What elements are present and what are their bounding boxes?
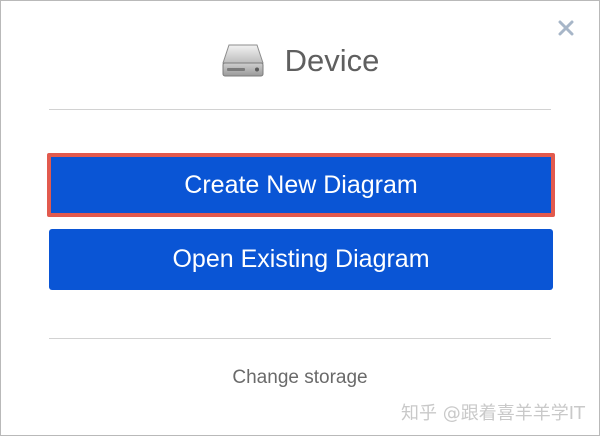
change-storage-link[interactable]: Change storage	[1, 367, 599, 389]
header-divider	[49, 109, 551, 110]
create-new-diagram-button[interactable]: Create New Diagram	[47, 153, 555, 217]
open-existing-diagram-button[interactable]: Open Existing Diagram	[49, 229, 553, 290]
dialog-title: Device	[284, 43, 380, 78]
watermark-text: 知乎 @跟着喜羊羊学IT	[400, 403, 585, 424]
hard-drive-icon	[221, 44, 264, 77]
dialog-header: Device	[1, 43, 599, 79]
footer-divider	[49, 338, 551, 339]
storage-dialog: Device Create New Diagram Open Existing …	[0, 0, 600, 436]
close-icon[interactable]	[555, 17, 577, 39]
